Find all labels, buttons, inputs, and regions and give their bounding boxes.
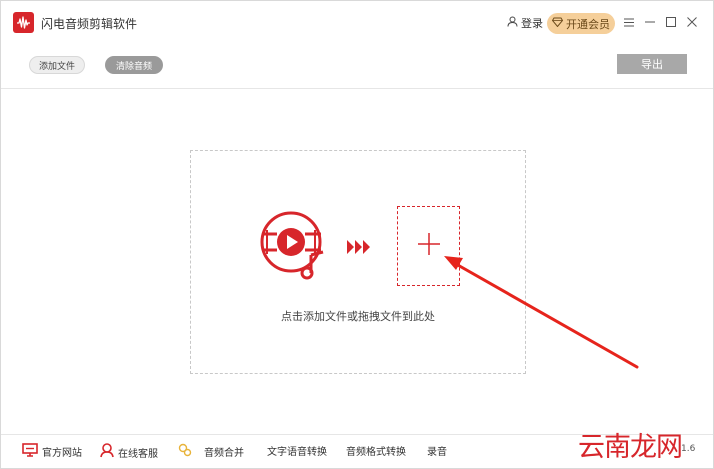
login-label: 登录 (521, 17, 543, 30)
official-site-label: 官方网站 (42, 448, 82, 459)
app-window: 闪电音频剪辑软件 登录 开通会员 添加文件 清除音频 导出 点击添加文件或拖拽文… (0, 0, 714, 469)
official-site-link[interactable]: 官方网站 (22, 443, 82, 460)
login-button[interactable]: 登录 (507, 15, 543, 31)
fast-forward-icon (347, 239, 371, 258)
text-to-speech-link[interactable]: 文字语音转换 (267, 443, 327, 458)
maximize-icon[interactable] (663, 14, 679, 30)
vip-label: 开通会员 (566, 17, 610, 31)
plus-icon (417, 233, 440, 259)
export-button[interactable]: 导出 (617, 54, 687, 74)
close-icon[interactable] (684, 14, 700, 30)
monitor-icon (22, 443, 38, 460)
online-support-link[interactable]: 在线客服 (100, 443, 158, 461)
minimize-icon[interactable] (642, 14, 658, 30)
title-bar: 闪电音频剪辑软件 登录 开通会员 (1, 1, 713, 41)
audio-format-convert-link[interactable]: 音频格式转换 (346, 443, 406, 458)
audio-merge-link[interactable]: 音频合并 (178, 443, 244, 460)
media-file-icon (259, 210, 331, 286)
drop-hint-text: 点击添加文件或拖拽文件到此处 (281, 310, 435, 323)
menu-icon[interactable] (621, 14, 637, 30)
vip-button[interactable]: 开通会员 (547, 13, 615, 34)
drop-zone[interactable] (190, 150, 526, 374)
support-icon (100, 443, 114, 461)
audio-merge-label: 音频合并 (204, 448, 244, 459)
diamond-icon (551, 17, 564, 30)
clear-audio-button[interactable]: 清除音频 (105, 56, 163, 74)
add-file-plus-button[interactable] (397, 206, 460, 286)
merge-icon (178, 443, 192, 460)
version-text: 1.6 (681, 444, 696, 454)
audio-format-convert-label: 音频格式转换 (346, 447, 406, 458)
watermark-text: 云南龙网 (578, 432, 683, 463)
user-icon (507, 16, 518, 30)
online-support-label: 在线客服 (118, 448, 158, 460)
add-file-button[interactable]: 添加文件 (29, 56, 85, 74)
app-title: 闪电音频剪辑软件 (41, 17, 138, 31)
app-logo-icon (13, 12, 34, 33)
text-to-speech-label: 文字语音转换 (267, 447, 327, 458)
record-label: 录音 (427, 447, 447, 458)
toolbar-divider (1, 88, 713, 89)
record-link[interactable]: 录音 (427, 443, 447, 458)
